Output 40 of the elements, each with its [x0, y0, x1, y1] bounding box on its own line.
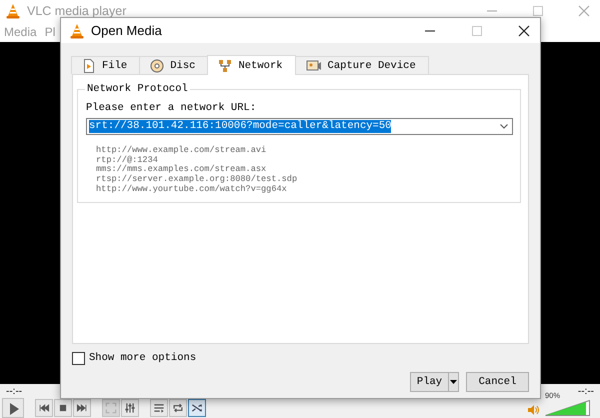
dialog-title: Open Media: [91, 23, 163, 38]
loop-button[interactable]: [169, 399, 187, 417]
checkbox[interactable]: [72, 352, 85, 364]
elapsed-time: --:--: [6, 386, 22, 396]
group-title: Network Protocol: [86, 83, 189, 95]
tab[interactable]: Capture Device: [294, 56, 429, 74]
next-button[interactable]: [73, 399, 91, 417]
caret-icon: [450, 380, 457, 384]
shuffle-button[interactable]: [188, 399, 206, 417]
window-title: VLC media player: [27, 4, 128, 18]
dropdown-icon[interactable]: [500, 124, 508, 129]
example-url: rtsp://server.example.org:8080/test.sdp: [96, 175, 298, 184]
total-time: --:--: [578, 386, 594, 396]
network-icon: [218, 58, 232, 72]
example-url: mms://mms.examples.com/stream.asx: [96, 165, 266, 174]
play-button[interactable]: [2, 398, 24, 418]
checkbox-label[interactable]: Show more options: [89, 352, 196, 364]
example-url: rtp://@:1234: [96, 156, 158, 165]
cancel-button[interactable]: Cancel: [466, 372, 529, 392]
example-url: http://www.yourtube.com/watch?v=gg64x: [96, 184, 287, 195]
play-button[interactable]: Play: [410, 372, 449, 392]
dropdown-button[interactable]: [449, 372, 459, 392]
playlist-button[interactable]: [150, 399, 168, 417]
loop-icon: [171, 401, 185, 415]
url-combo-box[interactable]: srt://38.101.42.116:10006?mode=caller&latency=50: [86, 118, 513, 135]
tab[interactable]: Disc: [139, 56, 208, 74]
tab[interactable]: Network: [207, 55, 296, 75]
equalizer-button[interactable]: [121, 399, 139, 417]
previous-button[interactable]: [35, 399, 53, 417]
sliders-icon: [123, 401, 137, 415]
fullscreen-icon: [104, 401, 118, 415]
example-url: http://www.example.com/stream.avi: [96, 146, 266, 156]
close-icon[interactable]: [518, 24, 530, 36]
camera-icon: [306, 58, 322, 72]
cone-icon: [5, 3, 21, 19]
cone-icon: [69, 22, 85, 38]
volume-slider[interactable]: [545, 400, 590, 416]
url-label: Please enter a network URL:: [86, 102, 258, 114]
stop-button[interactable]: [54, 399, 72, 417]
tab[interactable]: File: [71, 56, 140, 74]
